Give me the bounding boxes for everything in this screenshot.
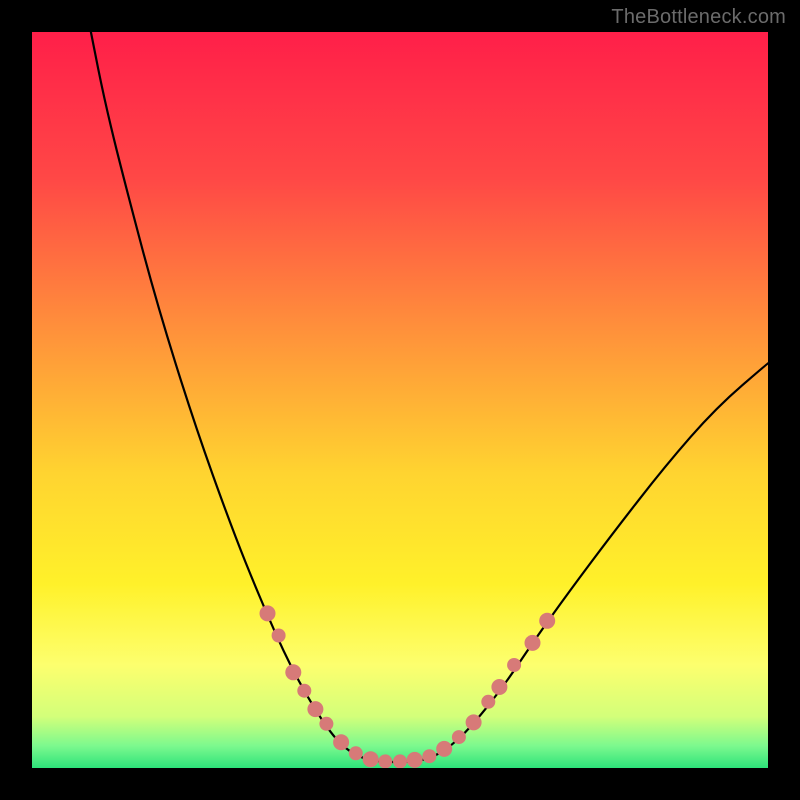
data-marker xyxy=(349,746,363,760)
data-marker xyxy=(363,751,379,767)
data-marker xyxy=(422,749,436,763)
data-marker xyxy=(507,658,521,672)
data-marker xyxy=(481,695,495,709)
data-marker xyxy=(272,629,286,643)
data-marker xyxy=(452,730,466,744)
data-marker xyxy=(436,741,452,757)
data-marker xyxy=(333,734,349,750)
data-marker xyxy=(525,635,541,651)
plot-area xyxy=(32,32,768,768)
data-marker xyxy=(539,613,555,629)
data-marker xyxy=(378,754,392,768)
data-marker xyxy=(491,679,507,695)
data-marker xyxy=(407,752,423,768)
chart-stage: TheBottleneck.com xyxy=(0,0,800,800)
data-marker xyxy=(307,701,323,717)
chart-svg xyxy=(32,32,768,768)
data-marker xyxy=(260,605,276,621)
data-marker xyxy=(319,717,333,731)
data-marker xyxy=(285,664,301,680)
gradient-background xyxy=(32,32,768,768)
data-marker xyxy=(297,684,311,698)
data-marker xyxy=(466,714,482,730)
watermark-label: TheBottleneck.com xyxy=(611,6,786,29)
data-marker xyxy=(393,754,407,768)
